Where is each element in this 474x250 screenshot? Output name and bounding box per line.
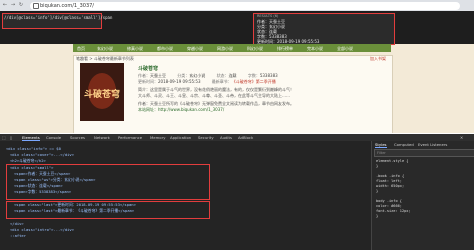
web-page: //div[@class='info']/div[@class='small']… [0, 11, 474, 133]
book-cover: 斗破苍穹 [80, 63, 124, 121]
tab-event-listeners[interactable]: Event Listeners [418, 142, 447, 147]
nav-item[interactable]: 科幻小说 [247, 46, 263, 52]
css-rule-line[interactable]: .book .info { [376, 174, 404, 178]
css-rule-line[interactable]: color: #666; [376, 204, 402, 208]
css-rule-line[interactable]: body .info { [376, 199, 402, 203]
back-button[interactable]: ← [2, 2, 8, 8]
tab-adblock[interactable]: AdBlock [238, 135, 253, 140]
dom-node[interactable]: <div class="cover">...</div> [10, 152, 74, 157]
highlight-box [6, 164, 210, 200]
book-intro: 简介：这里是属于斗气的世界，没有花俏艳丽的魔法，有的，仅仅是繁衍到巅峰的斗气！ [138, 87, 294, 92]
css-rule-line[interactable]: float: left; [376, 179, 402, 183]
nav-item[interactable]: 全部小说 [337, 46, 353, 52]
tab-security[interactable]: Security [198, 135, 214, 140]
styles-filter-input[interactable]: Filter [374, 149, 474, 157]
nav-item[interactable]: 玄幻小说 [97, 46, 113, 52]
inspect-icon[interactable]: ⬚ [2, 135, 6, 140]
add-bookshelf-link[interactable]: 加入书架 [370, 56, 386, 62]
css-rule-line[interactable]: } [376, 189, 378, 193]
css-rule-line[interactable]: width: 650px; [376, 184, 404, 188]
book-intro: 大斗师、斗灵、斗王、斗皇、斗宗、斗尊、斗圣、斗帝，在此等斗气主导的大陆上…… [138, 93, 290, 98]
filter-placeholder: Filter [377, 150, 386, 155]
category-label: 分类： [177, 73, 190, 78]
latest-label: 最新章节： [211, 79, 232, 84]
tab-performance[interactable]: Performance [118, 135, 142, 140]
css-rule-line[interactable]: } [376, 214, 378, 218]
category-value: 玄幻小说 [189, 73, 206, 78]
dom-node[interactable]: ::after [10, 233, 26, 238]
css-rule-line[interactable]: } [376, 164, 378, 168]
address-bar[interactable]: biqukan.com/1_3037/ [30, 1, 460, 10]
book-meta-row: 更新时间：2018-09-19 09:55:53 最新章节：《斗破苍穹》第二季开… [138, 79, 276, 85]
status-label: 状态： [216, 73, 229, 78]
tab-computed[interactable]: Computed [394, 142, 414, 147]
dom-node[interactable]: <div class="intro">...</div> [10, 227, 74, 232]
book-intro: 作者：天蚕土豆所写的《斗破苍穹》无弹窗免费全文阅读为转载作品，章节由网友发布。 [138, 101, 294, 106]
book-title: 斗破苍穹 [138, 66, 159, 72]
tab-network[interactable]: Network [94, 135, 110, 140]
cover-title: 斗破苍穹 [84, 90, 121, 100]
elements-tree: <div class="info"> == $0 <div class="cov… [0, 141, 371, 250]
xpath-query-text[interactable]: //div[@class='info']/div[@class='small']… [4, 15, 112, 20]
dom-node[interactable]: </div> [10, 221, 24, 226]
tab-styles[interactable]: Styles [375, 142, 387, 148]
tab-application[interactable]: Application [170, 135, 191, 140]
css-rule-line[interactable]: element.style { [376, 159, 408, 163]
book-url[interactable]: 本站网址：http://www.biqukan.com/1_3037/ [138, 107, 388, 113]
tab-audits[interactable]: Audits [220, 135, 232, 140]
nav-item[interactable]: 修真小说 [127, 46, 143, 52]
nav-item[interactable]: 都市小说 [157, 46, 173, 52]
styles-pane: Styles Computed Event Listeners Filter e… [371, 141, 474, 250]
browser-toolbar: ← → ↻ biqukan.com/1_3037/ [0, 0, 474, 11]
updated-value: 2018-09-19 09:55:53 [158, 79, 201, 84]
dom-node[interactable]: <div class="info"> == $0 [6, 146, 61, 151]
nav-item[interactable]: 穿越小说 [187, 46, 203, 52]
tab-console[interactable]: Console [46, 135, 61, 140]
latest-chapter-link[interactable]: 《斗破苍穹》第二季开播 [232, 79, 276, 84]
nav-item[interactable]: 首页 [77, 46, 85, 52]
reload-button[interactable]: ↻ [18, 2, 24, 8]
site-navbar: 首页 玄幻小说 修真小说 都市小说 穿越小说 网游小说 科幻小说 排行榜单 完本… [73, 44, 391, 52]
nav-item[interactable]: 网游小说 [217, 46, 233, 52]
lock-icon [33, 3, 39, 9]
nav-item[interactable]: 完本小说 [307, 46, 323, 52]
words-label: 字数： [247, 73, 260, 78]
author-label: 作者： [138, 73, 150, 78]
nav-item[interactable]: 排行榜单 [277, 46, 293, 52]
breadcrumb[interactable]: 笔趣看 > 斗破苍穹最新章节列表 [76, 56, 134, 62]
forward-button[interactable]: → [10, 2, 16, 8]
url-text: biqukan.com/1_3037/ [40, 2, 94, 9]
devtools-panel: ⬚ ▯ Elements Console Sources Network Per… [0, 134, 474, 250]
updated-label: 更新时间： [138, 79, 158, 84]
results-header: RESULTS (6) [257, 14, 279, 18]
words-value: 5338383 [259, 73, 278, 78]
css-rule-line[interactable]: font-size: 12px; [376, 209, 411, 213]
xpath-helper-bar: //div[@class='info']/div[@class='small']… [0, 11, 474, 45]
highlight-box [6, 201, 210, 219]
close-icon[interactable]: ✕ [460, 135, 463, 140]
tab-sources[interactable]: Sources [70, 135, 85, 140]
tab-memory[interactable]: Memory [150, 135, 165, 140]
author-value[interactable]: 天蚕土豆 [150, 73, 166, 78]
device-icon[interactable]: ▯ [10, 135, 12, 140]
status-value: 连载 [228, 73, 237, 78]
